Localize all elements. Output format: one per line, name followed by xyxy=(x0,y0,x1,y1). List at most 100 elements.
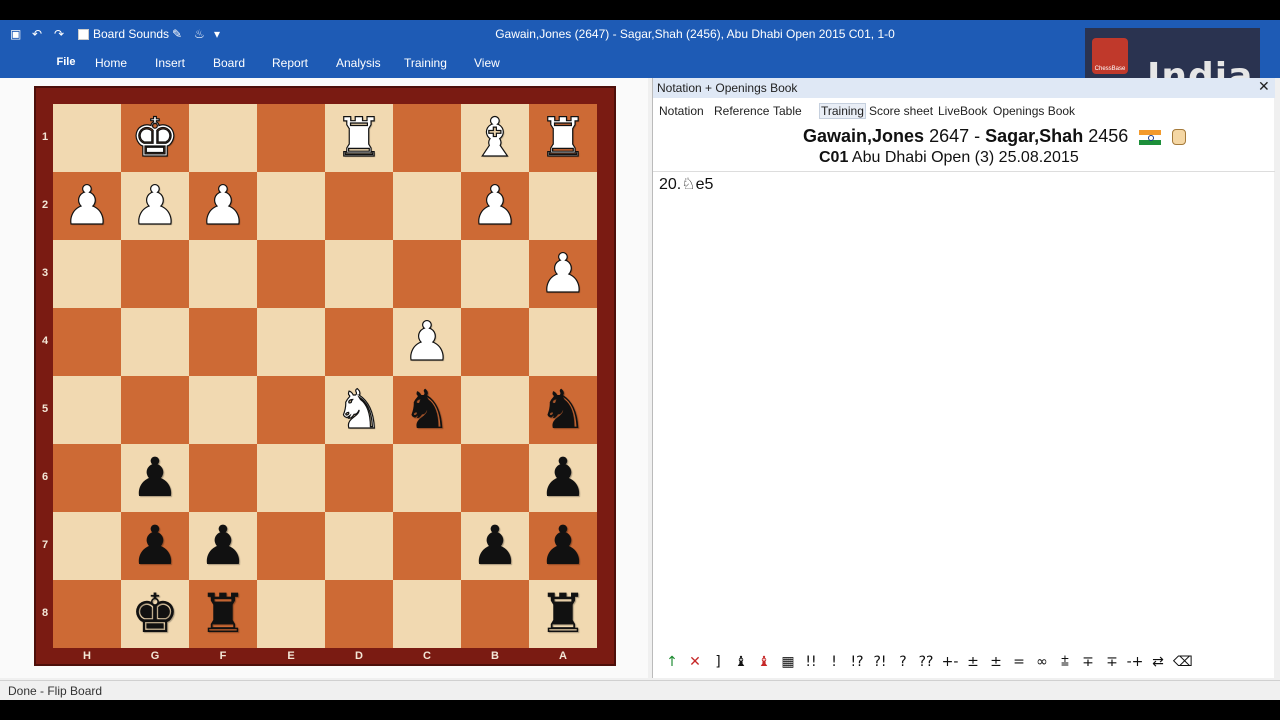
board-square[interactable] xyxy=(189,376,257,444)
white-player[interactable]: Gawain,Jones xyxy=(803,126,924,146)
board-square[interactable]: ♚ xyxy=(121,104,189,172)
board-square[interactable]: ♞ xyxy=(325,376,393,444)
board-square[interactable] xyxy=(461,376,529,444)
tab-table[interactable]: Table xyxy=(773,104,802,118)
board-square[interactable] xyxy=(53,240,121,308)
board-square[interactable] xyxy=(393,240,461,308)
annotation-symbol-button[interactable]: ⇄ xyxy=(1149,654,1167,670)
board-square[interactable] xyxy=(461,444,529,512)
annotation-symbol-button[interactable]: ] xyxy=(709,654,727,670)
board-square[interactable] xyxy=(393,172,461,240)
board-square[interactable]: ♜ xyxy=(189,580,257,648)
white-piece-icon[interactable]: ♞ xyxy=(334,382,384,437)
board-square[interactable] xyxy=(189,104,257,172)
board-square[interactable] xyxy=(393,512,461,580)
tab-score-sheet[interactable]: Score sheet xyxy=(869,104,933,118)
board-square[interactable] xyxy=(257,308,325,376)
annotation-symbol-button[interactable]: ♝ xyxy=(755,654,773,670)
board-square[interactable]: ♟ xyxy=(529,444,597,512)
board-square[interactable]: ♟ xyxy=(529,240,597,308)
menu-view[interactable]: View xyxy=(474,56,500,70)
board-square[interactable]: ♟ xyxy=(121,172,189,240)
board-square[interactable] xyxy=(53,444,121,512)
black-player[interactable]: Sagar,Shah xyxy=(985,126,1083,146)
black-piece-icon[interactable]: ♟ xyxy=(131,451,179,505)
board-square[interactable] xyxy=(325,240,393,308)
white-piece-icon[interactable]: ♟ xyxy=(402,314,452,369)
board-square[interactable]: ♟ xyxy=(121,512,189,580)
wand-icon[interactable]: ✎ xyxy=(172,26,182,42)
board-square[interactable] xyxy=(189,444,257,512)
board-square[interactable] xyxy=(325,512,393,580)
board-square[interactable]: ♚ xyxy=(121,580,189,648)
undo-icon[interactable]: ↶ xyxy=(32,26,42,42)
board-square[interactable] xyxy=(257,580,325,648)
tab-training[interactable]: Training xyxy=(819,103,866,119)
board-square[interactable]: ♟ xyxy=(189,512,257,580)
board-square[interactable]: ♟ xyxy=(121,444,189,512)
black-piece-icon[interactable]: ♟ xyxy=(539,519,587,573)
annotation-symbol-button[interactable]: ? xyxy=(894,654,912,670)
menu-file[interactable]: File xyxy=(32,56,100,68)
board-square[interactable] xyxy=(461,580,529,648)
menu-training[interactable]: Training xyxy=(404,56,447,70)
menu-board[interactable]: Board xyxy=(213,56,245,70)
board-square[interactable]: ♟ xyxy=(461,172,529,240)
annotation-symbol-button[interactable]: ?? xyxy=(917,654,935,670)
annotation-symbol-button[interactable]: ! xyxy=(825,654,843,670)
board-square[interactable] xyxy=(461,240,529,308)
annotation-symbol-button[interactable]: ⌫ xyxy=(1173,654,1193,670)
board-square[interactable]: ♟ xyxy=(53,172,121,240)
tab-livebook[interactable]: LiveBook xyxy=(938,104,987,118)
board-square[interactable] xyxy=(53,308,121,376)
tab-notation[interactable]: Notation xyxy=(659,104,704,118)
board-square[interactable]: ♜ xyxy=(529,580,597,648)
customize-dropdown-icon[interactable]: ▾ xyxy=(214,26,220,42)
annotation-symbol-button[interactable]: ?! xyxy=(871,654,889,670)
board-square[interactable] xyxy=(53,512,121,580)
annotation-symbol-button[interactable]: !! xyxy=(802,654,820,670)
board-square[interactable]: ♟ xyxy=(461,512,529,580)
board-square[interactable] xyxy=(529,172,597,240)
black-piece-icon[interactable]: ♚ xyxy=(131,587,179,641)
tab-openings-book[interactable]: Openings Book xyxy=(993,104,1075,118)
black-piece-icon[interactable]: ♟ xyxy=(539,451,587,505)
black-piece-icon[interactable]: ♞ xyxy=(403,383,451,437)
white-piece-icon[interactable]: ♜ xyxy=(334,110,384,165)
white-piece-icon[interactable]: ♟ xyxy=(470,178,520,233)
white-piece-icon[interactable]: ♟ xyxy=(62,178,112,233)
annotation-symbol-button[interactable]: !? xyxy=(848,654,866,670)
annotation-symbol-button[interactable]: ↑ xyxy=(663,654,681,670)
annotation-symbol-button[interactable]: ∞ xyxy=(1033,654,1051,670)
board-square[interactable] xyxy=(121,308,189,376)
black-piece-icon[interactable]: ♜ xyxy=(539,587,587,641)
annotation-symbol-button[interactable]: ✕ xyxy=(686,654,704,670)
annotation-symbol-button[interactable]: ± xyxy=(987,654,1005,670)
board-square[interactable] xyxy=(393,104,461,172)
annotation-symbol-button[interactable]: ▦ xyxy=(779,654,797,670)
board-square[interactable] xyxy=(189,240,257,308)
board-square[interactable] xyxy=(257,444,325,512)
board-square[interactable] xyxy=(121,240,189,308)
board-square[interactable] xyxy=(325,444,393,512)
board-square[interactable]: ♜ xyxy=(325,104,393,172)
white-piece-icon[interactable]: ♝ xyxy=(470,110,520,165)
board-square[interactable] xyxy=(257,172,325,240)
board-square[interactable] xyxy=(393,580,461,648)
board-square[interactable]: ♜ xyxy=(529,104,597,172)
board-square[interactable] xyxy=(257,512,325,580)
board-square[interactable] xyxy=(257,240,325,308)
annotation-symbol-button[interactable]: ∓ xyxy=(1103,654,1121,670)
menu-home[interactable]: Home xyxy=(95,56,127,70)
black-piece-icon[interactable]: ♟ xyxy=(471,519,519,573)
annotation-symbol-button[interactable]: +- xyxy=(941,654,959,670)
board-square[interactable]: ♞ xyxy=(529,376,597,444)
board-square[interactable]: ♟ xyxy=(189,172,257,240)
menu-report[interactable]: Report xyxy=(272,56,308,70)
board-square[interactable]: ♝ xyxy=(461,104,529,172)
save-icon[interactable]: ▣ xyxy=(10,26,21,42)
board-square[interactable]: ♞ xyxy=(393,376,461,444)
annotation-symbol-button[interactable]: ∓ xyxy=(1079,654,1097,670)
menu-analysis[interactable]: Analysis xyxy=(336,56,381,70)
black-piece-icon[interactable]: ♞ xyxy=(539,383,587,437)
